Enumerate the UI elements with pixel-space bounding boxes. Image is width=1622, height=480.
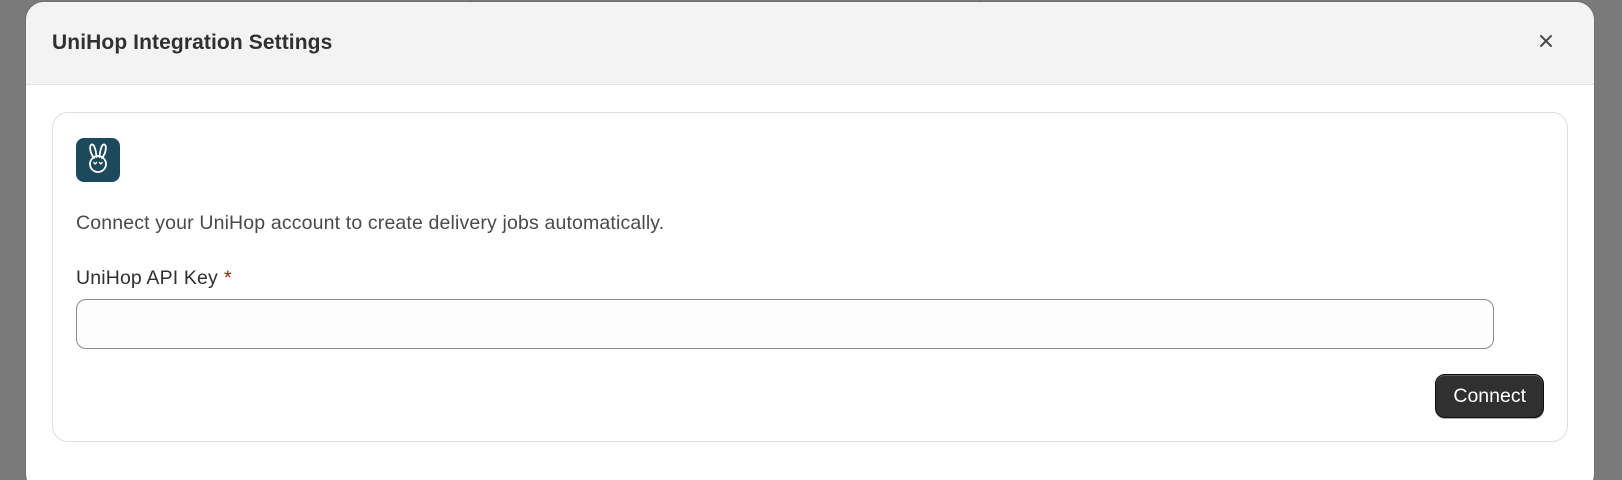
api-key-label: UniHop API Key * xyxy=(76,267,1544,290)
modal-body: Connect your UniHop account to create de… xyxy=(26,85,1594,442)
close-button[interactable] xyxy=(1532,29,1560,57)
integration-settings-modal: UniHop Integration Settings Connect your… xyxy=(26,2,1594,480)
api-key-input[interactable] xyxy=(76,299,1494,349)
modal-header: UniHop Integration Settings xyxy=(26,2,1594,85)
integration-card: Connect your UniHop account to create de… xyxy=(52,112,1568,442)
unihop-logo xyxy=(76,138,120,182)
modal-title: UniHop Integration Settings xyxy=(52,31,333,54)
close-icon xyxy=(1538,33,1554,54)
rabbit-icon xyxy=(83,141,113,180)
required-marker: * xyxy=(223,267,232,289)
api-key-label-text: UniHop API Key xyxy=(76,267,218,289)
connect-button[interactable]: Connect xyxy=(1435,374,1544,418)
integration-description: Connect your UniHop account to create de… xyxy=(76,212,665,234)
card-actions: Connect xyxy=(76,374,1544,418)
